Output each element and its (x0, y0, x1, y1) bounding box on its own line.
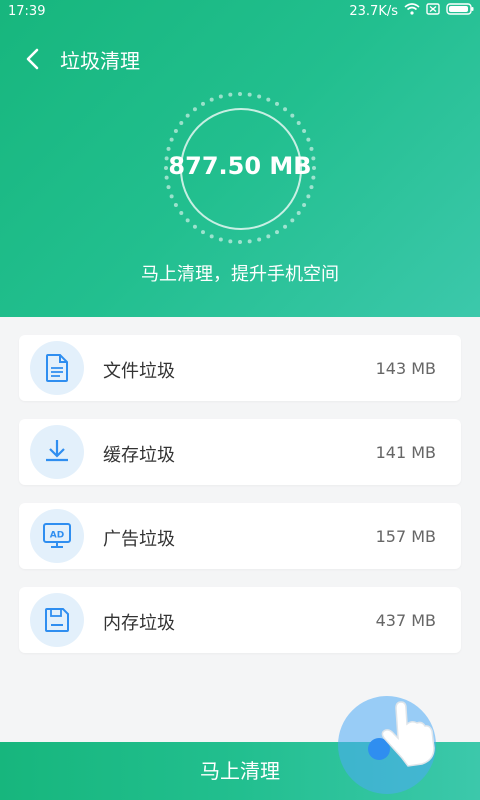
ring-dot (169, 137, 174, 142)
ring-dot (238, 92, 242, 96)
item-size: 143 MB (375, 359, 436, 378)
ring-dot (179, 211, 184, 216)
ring-dot (283, 224, 288, 229)
back-button[interactable] (18, 44, 48, 74)
ring-dot (173, 203, 178, 207)
ring-dot (201, 101, 205, 106)
item-size: 141 MB (375, 443, 436, 462)
ring-dot (218, 237, 223, 242)
ring-dot (185, 113, 190, 118)
ring-dot (309, 185, 314, 190)
chevron-left-icon (26, 48, 39, 70)
ring-dot (275, 230, 279, 235)
ring-dot (192, 224, 197, 229)
ring-dot (209, 234, 214, 239)
ring-dot (257, 94, 262, 99)
ring-dot (228, 239, 233, 244)
network-speed: 23.7K/s (349, 3, 398, 19)
ring-dot (257, 237, 262, 242)
ring-dot (266, 234, 271, 239)
junk-item-memory[interactable]: 内存垃圾 437 MB (19, 587, 461, 653)
ring-dot (296, 120, 301, 125)
ring-dot (173, 129, 178, 133)
ring-dot (302, 203, 307, 207)
status-time: 17:39 (8, 4, 46, 19)
wifi-icon (404, 3, 420, 19)
ring-dot (283, 107, 288, 112)
header-subtitle: 马上清理，提升手机空间 (141, 264, 339, 285)
ring-dot (166, 185, 171, 190)
ring-dot (266, 97, 271, 102)
ring-dot (290, 218, 295, 223)
junk-category-list: 文件垃圾 143 MB 缓存垃圾 141 MB AD 广告垃圾 157 MB 内… (19, 335, 461, 671)
page-title: 垃圾清理 (60, 49, 140, 73)
svg-text:AD: AD (50, 531, 64, 541)
item-label: 文件垃圾 (103, 361, 175, 382)
item-label: 内存垃圾 (103, 613, 175, 634)
ad-monitor-icon: AD (30, 509, 84, 563)
ring-dot (201, 230, 205, 235)
ring-dot (166, 146, 171, 151)
status-bar: 17:39 23.7K/s (0, 0, 480, 24)
item-label: 广告垃圾 (103, 529, 175, 550)
ring-dot (238, 240, 242, 244)
junk-cleaner-screen: 17:39 23.7K/s 垃圾清理 877.50 MB 马上清理，提升手机空间… (0, 0, 480, 800)
ring-dot (247, 92, 252, 97)
ring-dot (228, 92, 233, 97)
pointing-hand-icon (372, 688, 442, 768)
ring-dot (275, 101, 279, 106)
ring-dot (185, 218, 190, 223)
item-size: 157 MB (375, 527, 436, 546)
floppy-disk-icon (30, 593, 84, 647)
ring-dot (302, 129, 307, 133)
download-icon (30, 425, 84, 479)
ring-dot (179, 120, 184, 125)
ring-dot (218, 94, 223, 99)
battery-icon (446, 3, 474, 19)
ring-dot (247, 239, 252, 244)
item-label: 缓存垃圾 (103, 445, 175, 466)
ring-dot (306, 194, 311, 199)
ring-dot (169, 194, 174, 199)
ring-dot (309, 146, 314, 151)
total-junk-size: 877.50 MB (168, 152, 312, 180)
ring-dot (290, 113, 295, 118)
header-panel: 17:39 23.7K/s 垃圾清理 877.50 MB 马上清理，提升手机空间 (0, 0, 480, 317)
junk-item-ad[interactable]: AD 广告垃圾 157 MB (19, 503, 461, 569)
size-ring: 877.50 MB (160, 88, 320, 248)
ring-dot (209, 97, 214, 102)
ring-dot (192, 107, 197, 112)
ring-dot (296, 211, 301, 216)
document-icon (30, 341, 84, 395)
top-bar: 垃圾清理 (0, 36, 480, 80)
junk-item-file[interactable]: 文件垃圾 143 MB (19, 335, 461, 401)
ring-dot (306, 137, 311, 142)
item-size: 437 MB (375, 611, 436, 630)
no-sim-icon (426, 3, 440, 19)
status-indicators: 23.7K/s (349, 3, 474, 19)
junk-item-cache[interactable]: 缓存垃圾 141 MB (19, 419, 461, 485)
